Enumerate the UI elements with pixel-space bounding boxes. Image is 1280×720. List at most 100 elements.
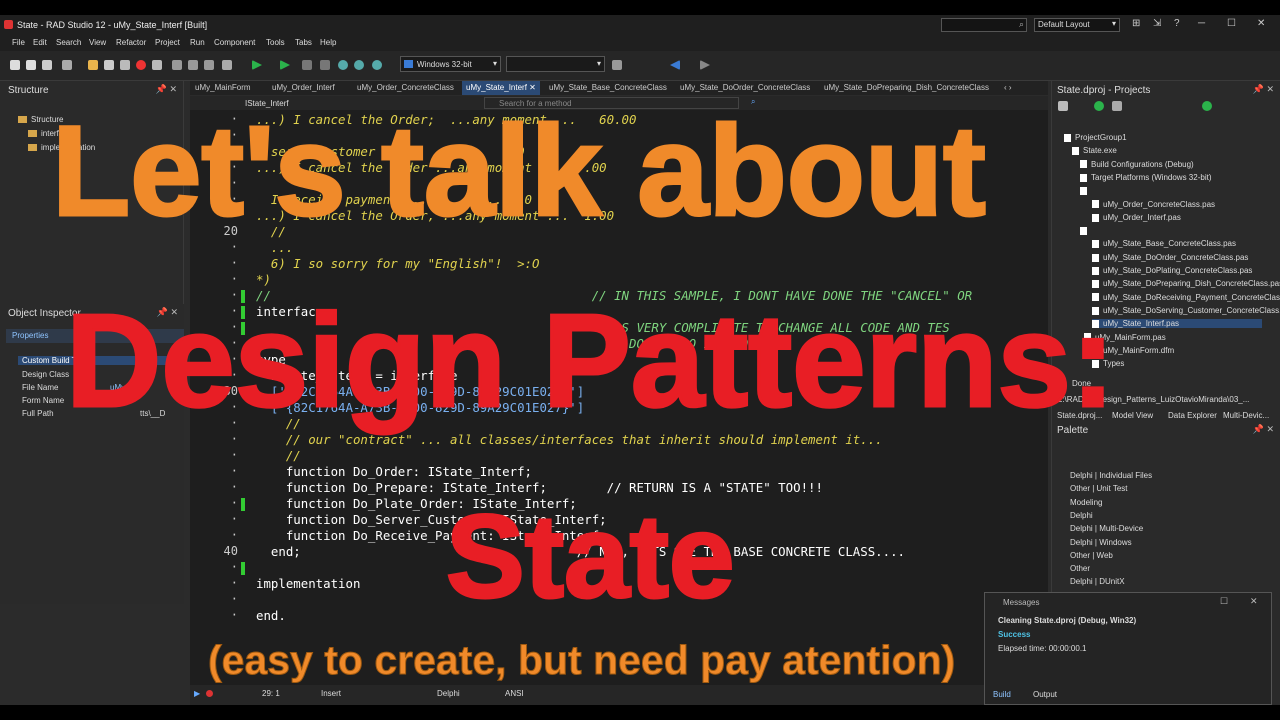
pause-icon[interactable] (302, 60, 312, 70)
open-icon[interactable] (26, 60, 36, 70)
palette-category[interactable]: Delphi | DUnitX (1070, 577, 1125, 586)
menu-view[interactable]: View (89, 38, 106, 47)
new-icon[interactable] (10, 60, 20, 70)
project-tree-item[interactable]: State.exe (1072, 146, 1117, 155)
layout-icon[interactable] (222, 60, 232, 70)
back-icon[interactable] (670, 60, 680, 70)
tab-data-explorer[interactable]: Data Explorer (1168, 411, 1217, 420)
palette-category[interactable]: Other (1070, 564, 1090, 573)
tab-state-base[interactable]: uMy_State_Base_ConcreteClass (549, 83, 667, 92)
run-to-cursor-icon[interactable] (372, 60, 382, 70)
trace-into-icon[interactable] (354, 60, 364, 70)
toggle-form-icon[interactable] (152, 60, 162, 70)
save-icon[interactable] (42, 60, 52, 70)
prop-full-path[interactable]: Full Path (22, 409, 54, 418)
menu-project[interactable]: Project (155, 38, 180, 47)
palette-category[interactable]: Delphi | Multi-Device (1070, 524, 1143, 533)
prop-form-name[interactable]: Form Name (22, 396, 64, 405)
configuration-dropdown[interactable]: ▾ (506, 56, 605, 72)
project-tree-item[interactable]: uMy_State_DoReceiving_Payment_ConcreteCl… (1092, 293, 1280, 302)
encoding[interactable]: ANSI (505, 689, 524, 698)
tab-order-interf[interactable]: uMy_Order_Interf (272, 83, 335, 92)
project-tree-item[interactable]: uMy_State_DoOrder_ConcreteClass.pas (1092, 253, 1248, 262)
code-line[interactable]: implementation (256, 576, 360, 591)
record-icon[interactable] (206, 690, 213, 697)
step-over-icon[interactable] (338, 60, 348, 70)
tab-main-form[interactable]: uMy_MainForm (195, 83, 251, 92)
build-icon[interactable] (1202, 101, 1212, 111)
tab-state-dopreparing[interactable]: uMy_State_DoPreparing_Dish_ConcreteClass (824, 83, 989, 92)
palette-category[interactable]: Other | Unit Test (1070, 484, 1128, 493)
tab-model-view[interactable]: Model View (1112, 411, 1153, 420)
save-all-icon[interactable] (62, 60, 72, 70)
run-icon[interactable] (252, 60, 262, 70)
menu-refactor[interactable]: Refactor (116, 38, 146, 47)
menu-run[interactable]: Run (190, 38, 205, 47)
remove-file-icon[interactable] (136, 60, 146, 70)
code-line[interactable]: end. (256, 608, 286, 623)
project-tree-item[interactable] (1080, 226, 1091, 235)
menu-tabs[interactable]: Tabs (295, 38, 312, 47)
project-tree-item[interactable]: uMy_State_DoPlating_ConcreteClass.pas (1092, 266, 1252, 275)
help-button[interactable]: ? (1174, 18, 1180, 29)
layout-save-icon[interactable]: ⊞ (1132, 18, 1140, 29)
save-project-icon[interactable] (104, 60, 114, 70)
project-tree-item[interactable]: Target Platforms (Windows 32-bit) (1080, 173, 1211, 182)
menu-file[interactable]: File (12, 38, 25, 47)
palette-category[interactable]: Other | Web (1070, 551, 1113, 560)
code-line[interactable]: *) (256, 272, 271, 287)
platform-dropdown[interactable]: Windows 32-bit ▾ (400, 56, 501, 72)
project-tree-item[interactable]: uMy_Order_Interf.pas (1092, 213, 1181, 222)
tab-scroll-icon[interactable]: ‹ › (1004, 83, 1012, 92)
palette-category[interactable]: Delphi | Individual Files (1070, 471, 1152, 480)
menu-help[interactable]: Help (320, 38, 336, 47)
prop-file-name[interactable]: File Name (22, 383, 58, 392)
code-line[interactable]: // our "contract" ... all classes/interf… (256, 432, 883, 447)
menu-search[interactable]: Search (56, 38, 81, 47)
maximize-button[interactable]: ☐ (1227, 18, 1236, 29)
project-tree-item[interactable]: ProjectGroup1 (1064, 133, 1127, 142)
layout-dropdown[interactable]: Default Layout ▾ (1034, 18, 1120, 32)
code-line[interactable]: function Do_Order: IState_Interf; (256, 464, 532, 479)
run-without-debug-icon[interactable] (280, 60, 290, 70)
view-icon[interactable] (1112, 101, 1122, 111)
ide-search-input[interactable]: ⌕ (941, 18, 1027, 32)
minimize-button[interactable]: ─ (1198, 18, 1205, 29)
code-line[interactable]: // (256, 448, 301, 463)
sync-icon[interactable] (1058, 101, 1068, 111)
close-icon[interactable]: ✕ (529, 83, 536, 92)
menu-tools[interactable]: Tools (266, 38, 285, 47)
panel-pin-close[interactable]: 📌 ✕ (1253, 424, 1274, 435)
add-file-icon[interactable] (120, 60, 130, 70)
stop-icon[interactable] (320, 60, 330, 70)
view-form-icon[interactable] (188, 60, 198, 70)
close-button[interactable]: ✕ (1250, 596, 1258, 607)
panel-pin-close[interactable]: 📌 ✕ (156, 84, 177, 95)
project-tree-item[interactable]: uMy_State_DoServing_Customer_ConcreteCla… (1092, 306, 1280, 315)
prop-design-class[interactable]: Design Class (22, 370, 69, 379)
code-line[interactable]: 6) I so sorry for my "English"! >:O (256, 256, 540, 271)
tab-state-interf[interactable]: uMy_State_Interf ✕ (462, 81, 540, 95)
menu-edit[interactable]: Edit (33, 38, 47, 47)
close-button[interactable]: ✕ (1257, 18, 1265, 29)
menu-component[interactable]: Component (214, 38, 255, 47)
project-tree-item[interactable]: uMy_State_Base_ConcreteClass.pas (1092, 239, 1236, 248)
palette-category[interactable]: Delphi | Windows (1070, 538, 1132, 547)
new-form-icon[interactable] (204, 60, 214, 70)
play-icon[interactable]: ▶ (194, 689, 200, 698)
open-project-icon[interactable] (88, 60, 98, 70)
panel-pin-close[interactable]: 📌 ✕ (1253, 84, 1274, 95)
project-tree-item[interactable]: Build Configurations (Debug) (1080, 160, 1194, 169)
palette-category[interactable]: Delphi (1070, 511, 1093, 520)
tab-build[interactable]: Build (993, 690, 1011, 699)
project-tree-item[interactable]: uMy_State_DoPreparing_Dish_ConcreteClass… (1092, 279, 1280, 288)
insert-mode[interactable]: Insert (321, 689, 341, 698)
layout-settings-icon[interactable]: ⇲ (1153, 18, 1161, 29)
forward-icon[interactable] (700, 60, 710, 70)
project-tree-item[interactable]: uMy_State_Interf.pas (1092, 319, 1262, 329)
project-tree-item[interactable]: uMy_Order_ConcreteClass.pas (1092, 200, 1215, 209)
language-mode[interactable]: Delphi (437, 689, 460, 698)
tab-state-doorder[interactable]: uMy_State_DoOrder_ConcreteClass (680, 83, 810, 92)
tab-multi-device[interactable]: Multi-Devic... (1223, 411, 1269, 420)
refresh-icon[interactable] (1094, 101, 1104, 111)
